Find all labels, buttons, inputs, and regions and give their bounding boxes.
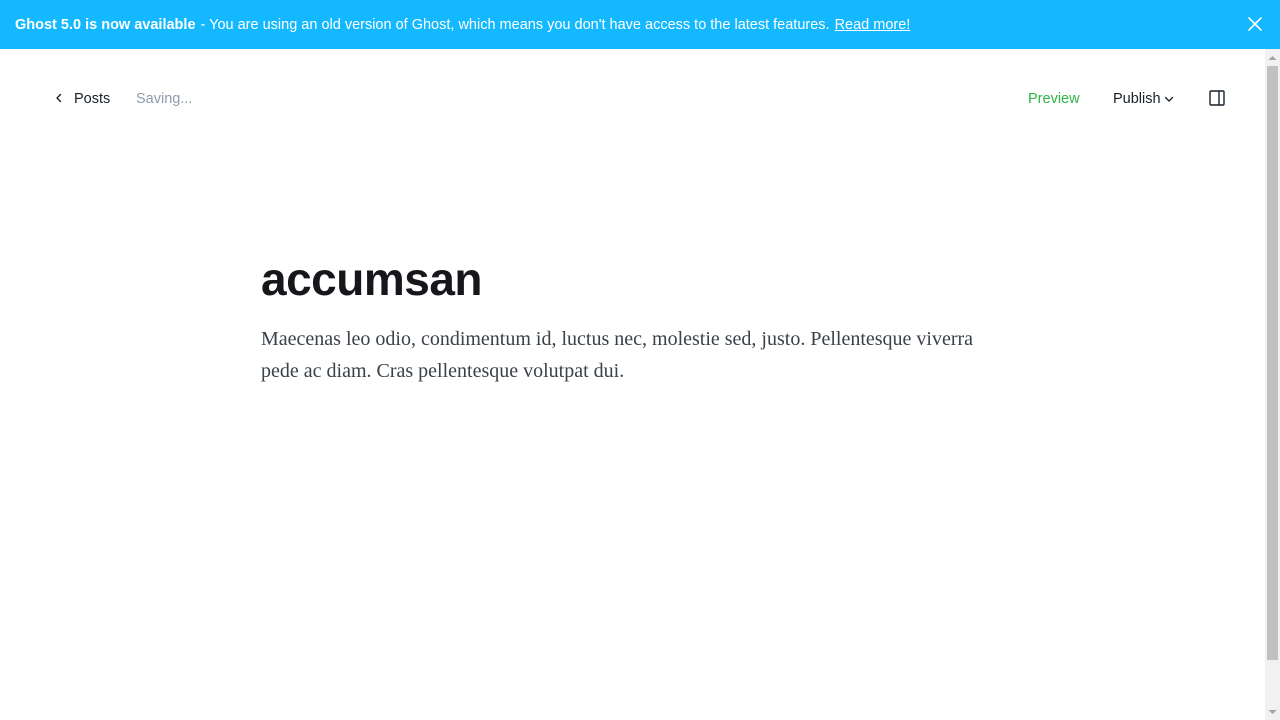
scrollbar[interactable] [1265, 49, 1280, 720]
close-icon[interactable] [1247, 16, 1263, 32]
publish-label: Publish [1113, 91, 1161, 107]
back-label: Posts [74, 91, 111, 107]
scroll-up-arrow[interactable] [1265, 49, 1280, 66]
publish-button[interactable]: Publish [1113, 88, 1174, 110]
preview-button[interactable]: Preview [1028, 88, 1080, 110]
banner-title: Ghost 5.0 is now available [15, 16, 196, 33]
scroll-down-arrow[interactable] [1265, 703, 1280, 720]
scroll-thumb[interactable] [1267, 66, 1278, 660]
post-title[interactable]: accumsan [261, 250, 483, 308]
sidebar-toggle-icon[interactable] [1208, 89, 1226, 107]
banner-message: - You are using an old version of Ghost,… [200, 16, 830, 33]
save-status: Saving... [136, 91, 193, 107]
update-banner: Ghost 5.0 is now available - You are usi… [0, 0, 1280, 49]
post-body[interactable]: Maecenas leo odio, condimentum id, luctu… [261, 323, 1001, 387]
chevron-down-icon [1164, 91, 1174, 108]
back-to-posts-button[interactable]: Posts [54, 88, 110, 110]
read-more-link[interactable]: Read more! [835, 17, 911, 33]
chevron-left-icon [54, 91, 64, 107]
